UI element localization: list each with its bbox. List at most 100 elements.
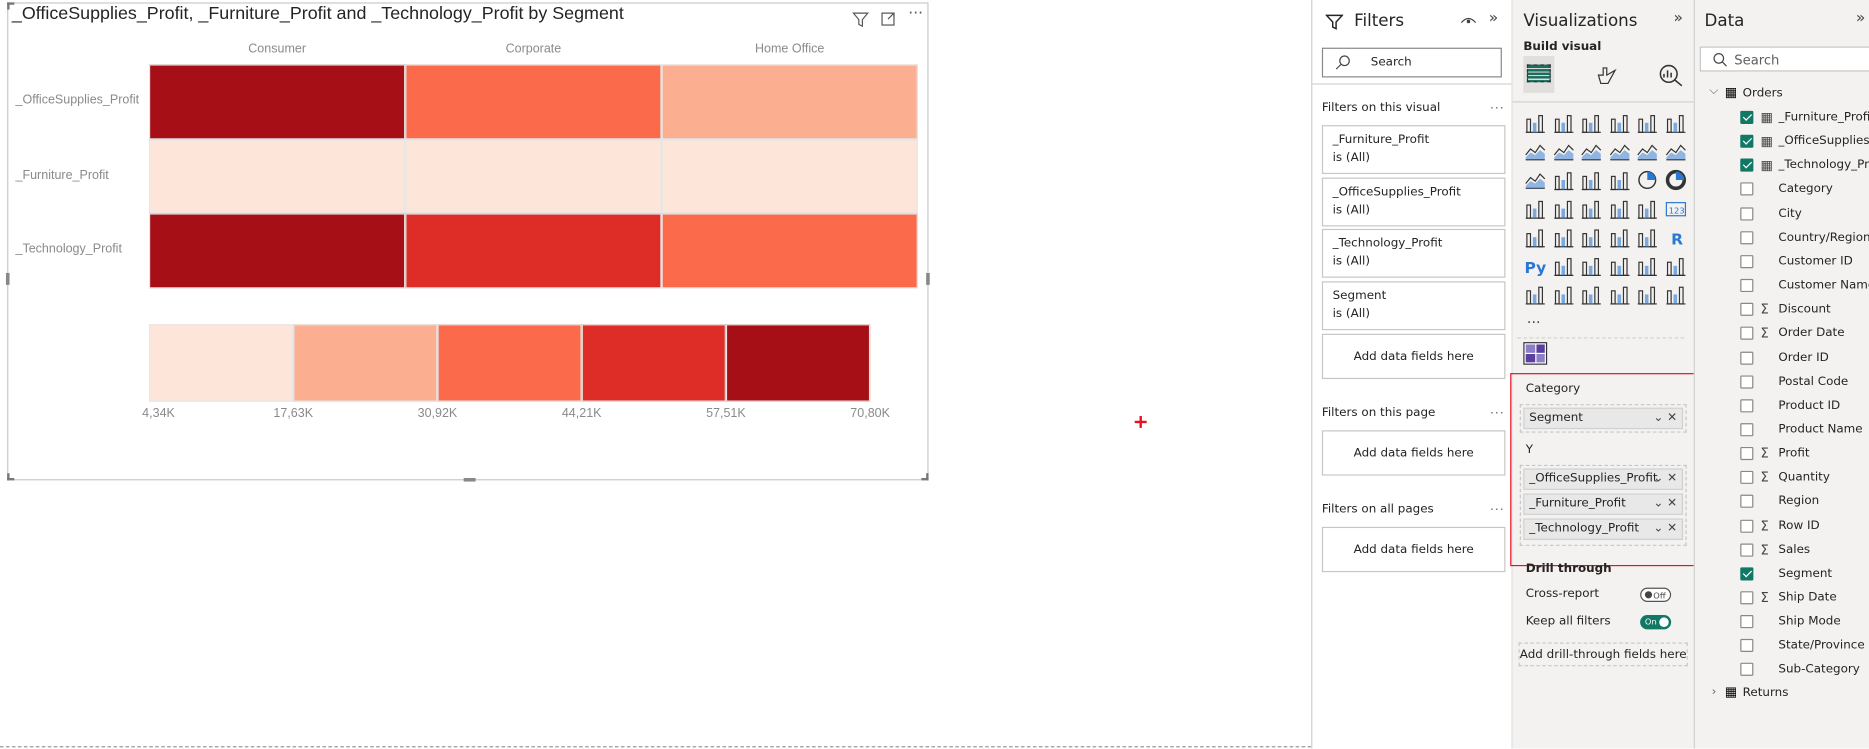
checkbox[interactable]: [1740, 567, 1754, 581]
line-icon[interactable]: [1525, 141, 1546, 162]
chevron-remove-icons[interactable]: ⌄ ✕: [1653, 520, 1677, 539]
treemap-icon[interactable]: [1525, 198, 1546, 219]
field-item[interactable]: Ship Mode: [1695, 610, 1869, 634]
field-item[interactable]: Region: [1695, 490, 1869, 514]
checkbox[interactable]: [1740, 110, 1754, 124]
metrics-icon[interactable]: [1665, 255, 1686, 276]
resize-handle-bottom[interactable]: [463, 477, 476, 482]
checkbox[interactable]: [1740, 615, 1754, 629]
stacked-bar-icon[interactable]: [1525, 112, 1546, 133]
power-automate-icon[interactable]: [1581, 284, 1602, 305]
donut-icon[interactable]: [1665, 169, 1686, 191]
clustered-bar-icon[interactable]: [1581, 112, 1602, 133]
100-area-icon[interactable]: [1609, 141, 1630, 162]
field-item[interactable]: Product Name: [1695, 418, 1869, 442]
funnel-icon[interactable]: [1581, 169, 1602, 191]
field-item[interactable]: Postal Code: [1695, 370, 1869, 394]
field-item[interactable]: Sub-Category: [1695, 658, 1869, 682]
collapse-data-icon[interactable]: »: [1856, 10, 1865, 28]
power-bi-diamond-icon[interactable]: [1637, 284, 1658, 305]
card-icon[interactable]: 123: [1665, 198, 1686, 219]
clustered-column-icon[interactable]: [1609, 112, 1630, 133]
field-item[interactable]: ▦ _Technology_Pr...: [1695, 154, 1869, 178]
waterfall-icon[interactable]: [1553, 169, 1574, 191]
add-page-filter-field[interactable]: Add data fields here: [1321, 430, 1506, 476]
line-clustered-column-icon[interactable]: [1665, 141, 1686, 162]
r-visual-icon[interactable]: R: [1665, 226, 1686, 248]
map-icon[interactable]: [1553, 198, 1574, 219]
chevron-remove-icons[interactable]: ⌄ ✕: [1653, 409, 1677, 428]
table-orders[interactable]: Orders: [1743, 87, 1783, 100]
decomposition-tree-icon[interactable]: [1581, 255, 1602, 276]
chevron-icon[interactable]: [1665, 284, 1686, 305]
checkbox[interactable]: [1740, 351, 1754, 365]
filter-card[interactable]: _OfficeSupplies_Profit is (All): [1321, 177, 1506, 227]
filter-card[interactable]: _Furniture_Profit is (All): [1321, 125, 1506, 175]
100-column-icon[interactable]: [1665, 112, 1686, 133]
checkbox[interactable]: [1740, 639, 1754, 653]
checkbox[interactable]: [1740, 375, 1754, 389]
custom-visual-icon[interactable]: [1523, 342, 1548, 365]
field-item[interactable]: Product ID: [1695, 394, 1869, 418]
checkbox[interactable]: [1740, 471, 1754, 485]
filled-map-icon[interactable]: [1581, 198, 1602, 219]
key-influencers-icon[interactable]: [1553, 255, 1574, 276]
resize-handle-bl[interactable]: [7, 473, 15, 481]
stacked-column-icon[interactable]: [1553, 112, 1574, 133]
azure-map-icon[interactable]: [1609, 198, 1630, 219]
heatmap-cell[interactable]: [405, 64, 662, 139]
checkbox[interactable]: [1740, 254, 1754, 269]
field-item[interactable]: Σ Discount: [1695, 298, 1869, 322]
checkbox[interactable]: [1740, 230, 1754, 245]
add-drill-through-field[interactable]: Add drill-through fields here: [1518, 642, 1688, 667]
field-item[interactable]: Segment: [1695, 562, 1869, 586]
checkbox[interactable]: [1740, 278, 1754, 293]
checkbox[interactable]: [1740, 591, 1754, 605]
collapse-viz-icon[interactable]: »: [1674, 10, 1683, 28]
y-field-pill[interactable]: _Technology_Profit ⌄ ✕: [1523, 518, 1684, 540]
checkbox[interactable]: [1740, 182, 1754, 197]
arcgis-icon[interactable]: [1609, 284, 1630, 305]
multirow-card-icon[interactable]: [1525, 226, 1546, 248]
more-visuals-button[interactable]: ...: [1527, 310, 1541, 327]
category-field-pill[interactable]: Segment ⌄ ✕: [1523, 407, 1684, 430]
field-item[interactable]: Category: [1695, 178, 1869, 202]
analytics-icon[interactable]: [1658, 63, 1684, 87]
checkbox[interactable]: [1740, 423, 1754, 437]
cross-report-toggle[interactable]: Off: [1640, 587, 1672, 602]
field-item[interactable]: Customer Name: [1695, 274, 1869, 298]
field-item[interactable]: Customer ID: [1695, 250, 1869, 274]
table-returns[interactable]: Returns: [1743, 687, 1789, 700]
field-item[interactable]: ▦ _Furniture_Profit: [1695, 106, 1869, 130]
resize-handle-right[interactable]: [926, 272, 930, 285]
heatmap-cell[interactable]: [148, 213, 406, 288]
y-field-pill[interactable]: _Furniture_Profit ⌄ ✕: [1523, 493, 1684, 515]
power-apps-icon[interactable]: [1553, 284, 1574, 305]
field-item[interactable]: ▦ _OfficeSupplies...: [1695, 130, 1869, 154]
filter-card[interactable]: _Technology_Profit is (All): [1321, 228, 1506, 278]
resize-handle-tl[interactable]: [7, 2, 15, 10]
category-well[interactable]: Segment ⌄ ✕: [1519, 404, 1687, 433]
keep-all-filters-toggle[interactable]: On: [1640, 615, 1672, 630]
heatmap-cell[interactable]: [661, 138, 918, 214]
filter-icon[interactable]: [851, 10, 870, 29]
data-search-input[interactable]: Search: [1699, 46, 1869, 72]
field-item[interactable]: Σ Profit: [1695, 442, 1869, 466]
add-visual-filter-field[interactable]: Add data fields here: [1321, 333, 1506, 380]
y-well[interactable]: _OfficeSupplies_Profit ⌄ ✕ _Furniture_Prof…: [1519, 464, 1687, 546]
checkbox[interactable]: [1740, 543, 1754, 557]
heatmap-cell[interactable]: [148, 138, 406, 214]
more-options-icon[interactable]: ...: [1490, 99, 1505, 112]
field-item[interactable]: Σ Order Date: [1695, 322, 1869, 346]
field-item[interactable]: Σ Ship Date: [1695, 586, 1869, 610]
resize-handle-br[interactable]: [921, 473, 929, 481]
resize-handle-left[interactable]: [5, 272, 10, 285]
chevron-remove-icons[interactable]: ⌄ ✕: [1653, 470, 1677, 489]
field-item[interactable]: City: [1695, 202, 1869, 226]
field-item[interactable]: Country/Region: [1695, 226, 1869, 250]
heatmap-visual[interactable]: _OfficeSupplies_Profit, _Furniture_Profi…: [5, 2, 930, 482]
heatmap-cell[interactable]: [661, 213, 918, 288]
stacked-area-icon[interactable]: [1581, 141, 1602, 162]
more-options-icon[interactable]: ···: [908, 5, 927, 24]
paginated-icon[interactable]: [1525, 284, 1546, 305]
